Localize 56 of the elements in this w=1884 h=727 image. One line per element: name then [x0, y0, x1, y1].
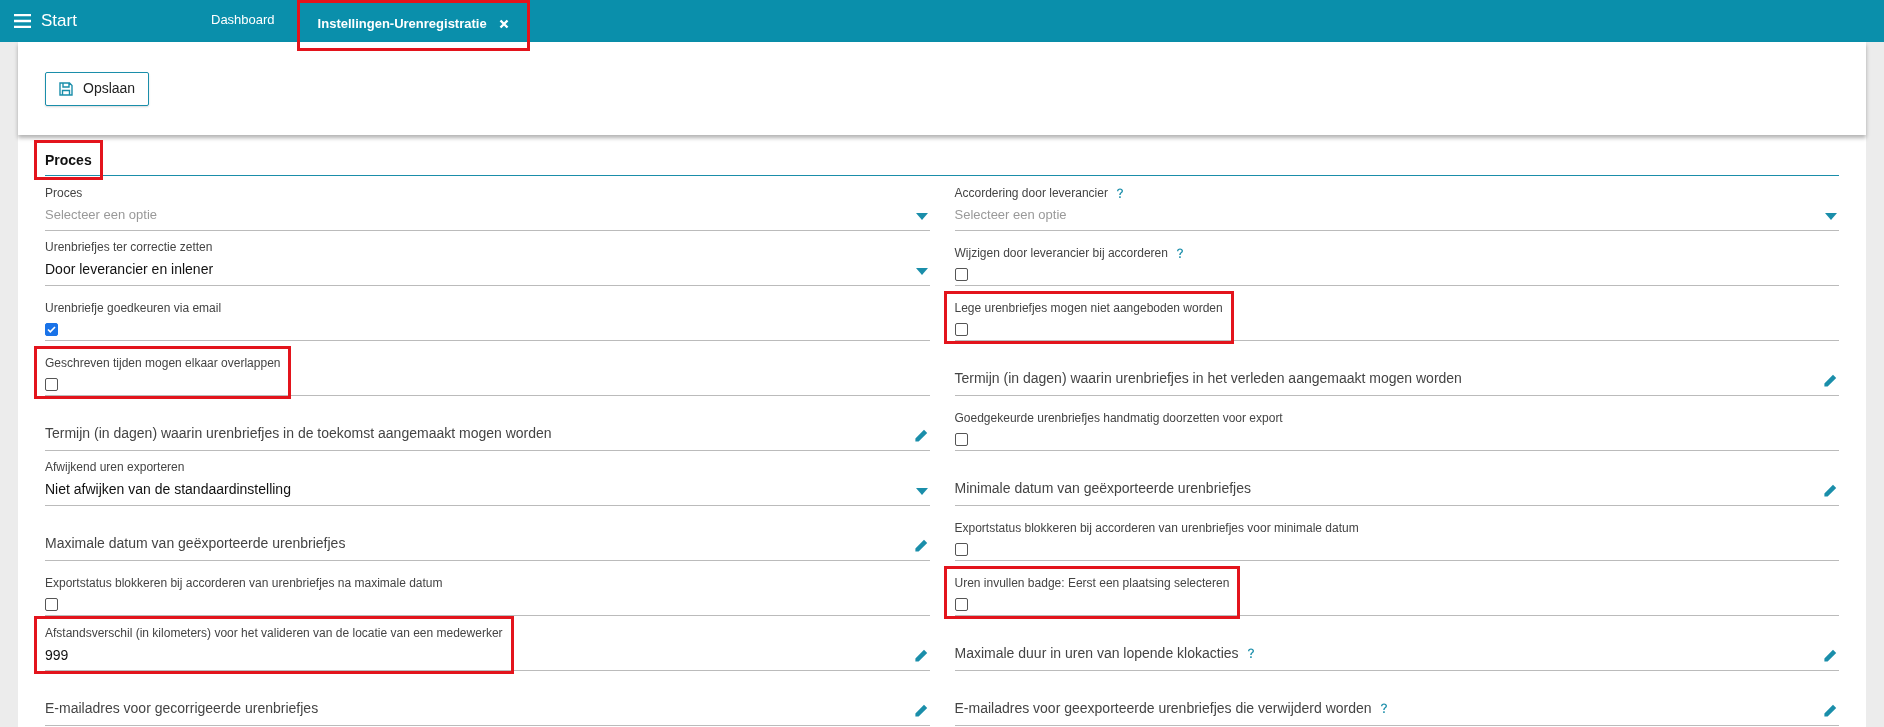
field-label: Lege urenbriefjes mogen niet aangeboden worden	[954, 300, 1223, 317]
field-label: Maximale datum van geëxporteerde urenbriefjes	[45, 534, 346, 553]
checkbox[interactable]	[954, 598, 968, 611]
pencil-icon[interactable]	[1823, 704, 1837, 718]
checkbox[interactable]	[954, 323, 968, 336]
help-icon[interactable]	[1379, 703, 1388, 714]
select-field[interactable]: Niet afwijken van de standaardinstelling	[45, 479, 291, 500]
field-label: Urenbriefje goedkeuren via email	[45, 300, 222, 317]
pencil-icon[interactable]	[1823, 484, 1837, 498]
field-label: E-mailadres voor gecorrigeerde urenbriefjes	[45, 699, 319, 718]
pencil-icon[interactable]	[913, 649, 928, 663]
help-icon[interactable]	[1115, 187, 1124, 199]
checkbox[interactable]	[45, 378, 58, 391]
help-icon[interactable]	[1175, 247, 1184, 259]
tab[interactable]: Dashboard	[199, 0, 287, 42]
field-label: E-mailadres voor geexporteerde urenbriefjes die verwijderd worden	[954, 699, 1372, 718]
pencil-icon[interactable]	[1823, 649, 1837, 663]
select-field[interactable]: Selecteer een optie	[45, 205, 158, 225]
save-button[interactable]: Opslaan	[45, 71, 150, 106]
help-icon[interactable]	[1246, 648, 1255, 659]
field-label: Minimale datum van geëxporteerde urenbriefjes	[954, 479, 1251, 498]
pencil-icon[interactable]	[913, 539, 928, 553]
caret-icon	[915, 213, 928, 220]
section-title: Proces	[45, 152, 92, 168]
pencil-icon[interactable]	[913, 429, 928, 443]
field-label: Maximale duur in uren van lopende klokacties	[954, 644, 1239, 663]
checkbox[interactable]	[954, 268, 968, 281]
field-label: Geschreven tijden mogen elkaar overlappen	[45, 355, 281, 372]
field-label: Exportstatus blokkeren bij accorderen van urenbriefjes voor minimale datum	[954, 520, 1359, 537]
field-label: Wijzigen door leverancier bij accorderen	[954, 245, 1168, 262]
caret-icon	[1825, 213, 1837, 220]
app-title[interactable]: Start	[41, 8, 77, 34]
field-label: Afstandsverschil (in kilometers) voor het valideren van de locatie van een medewerker	[45, 625, 503, 642]
field-label: Termijn (in dagen) waarin urenbriefjes in het verleden aangemaakt mogen worden	[954, 369, 1462, 388]
field-label: Accordering door leverancier	[954, 185, 1108, 202]
field-label: Goedgekeurde urenbriefjes handmatig doorzetten voor export	[954, 410, 1283, 427]
field-label: Uren invullen badge: Eerst een plaatsing selecteren	[954, 575, 1230, 592]
input-field[interactable]: 999	[45, 645, 503, 666]
caret-icon	[915, 488, 928, 495]
checkbox[interactable]	[954, 543, 968, 556]
close-icon[interactable]	[498, 19, 509, 29]
field-label: Termijn (in dagen) waarin urenbriefjes in de toekomst aangemaakt mogen worden	[45, 424, 552, 443]
checkbox[interactable]	[45, 323, 58, 336]
check-icon	[47, 325, 56, 334]
select-field[interactable]: Door leverancier en inlener	[45, 259, 214, 280]
field-label: Exportstatus blokkeren bij accorderen van urenbriefjes na maximale datum	[45, 575, 443, 592]
field-label: Afwijkend uren exporteren	[45, 459, 185, 476]
field-label: Proces	[45, 185, 83, 202]
caret-icon	[915, 268, 928, 275]
pencil-icon[interactable]	[1823, 374, 1837, 388]
select-field[interactable]: Selecteer een optie	[954, 205, 1124, 225]
pencil-icon[interactable]	[913, 704, 928, 718]
checkbox[interactable]	[45, 598, 58, 611]
checkbox[interactable]	[954, 433, 968, 446]
menu-icon[interactable]	[14, 14, 31, 28]
field-label: Urenbriefjes ter correctie zetten	[45, 239, 213, 256]
